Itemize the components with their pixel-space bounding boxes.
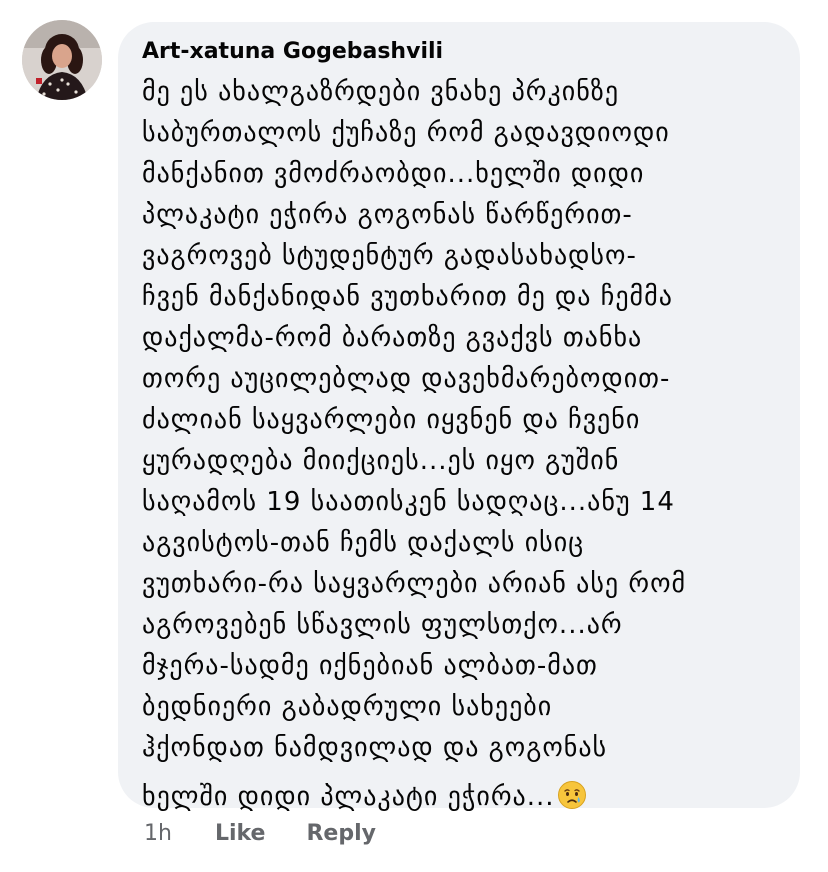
comment-line: ხელში დიდი პლაკატი ეჭირა... [142,782,555,812]
crying-face-emoji-icon [557,781,586,809]
like-button[interactable]: Like [215,816,266,852]
comment-line: ყურადღება მიიქციეს...ეს იყო გუშინ [142,446,620,476]
comment-line: ვუთხარი-რა საყვარლები არიან ასე რომ [142,569,687,599]
comment-actions: 1h Like Reply [144,816,376,852]
comment-line: ბედნიერი გაბადრული სახეები [142,692,553,722]
comment-author[interactable]: Art-xatuna Gogebashvili [142,36,770,68]
comment-timestamp[interactable]: 1h [144,816,172,852]
comment-line: დაქალმა-რომ ბარათზე გვაქვს თანხა [142,323,643,353]
comment-line: საბურთალოს ქუჩაზე რომ გადავდიოდი [142,118,670,148]
comment-line: პლაკატი ეჭირა გოგონას წარწერით- [142,200,633,230]
comment-line: თორე აუცილებლად დავეხმარებოდით- [142,364,671,394]
reply-button[interactable]: Reply [306,816,376,852]
comment-line: მანქანით ვმოძრაობდი...ხელში დიდი [142,159,645,189]
comment-line: ჩვენ მანქანიდან ვუთხარით მე და ჩემმა [142,282,673,312]
comment-line: მე ეს ახალგაზრდები ვნახე პრკინზე [142,77,620,107]
comment-bubble: Art-xatuna Gogebashvili მე ეს ახალგაზრდე… [118,22,800,812]
comment-line: საღამოს 19 საათისკენ სადღაც...ანუ 14 [142,487,675,517]
comment-line: აგვისტოს-თან ჩემს დაქალს ისიც [142,528,585,558]
profile-photo-icon [22,20,102,100]
comment-line: მჯერა-სადმე იქნებიან ალბათ-მათ [142,651,598,681]
comment-body: მე ეს ახალგაზრდები ვნახე პრკინზე საბურთა… [142,72,770,819]
comment: Art-xatuna Gogebashvili მე ეს ახალგაზრდე… [0,0,828,872]
comment-line-last: ხელში დიდი პლაკატი ეჭირა... [142,775,770,819]
avatar[interactable] [22,20,102,100]
comment-line: ვაგროვებ სტუდენტურ გადასახადსო- [142,241,637,271]
comment-line: ძალიან საყვარლები იყვნენ და ჩვენი [142,405,641,435]
comment-line: აგროვებენ სწავლის ფულსთქო...არ [142,610,623,640]
comment-line: ჰქონდათ ნამდვილად და გოგონას [142,733,608,763]
